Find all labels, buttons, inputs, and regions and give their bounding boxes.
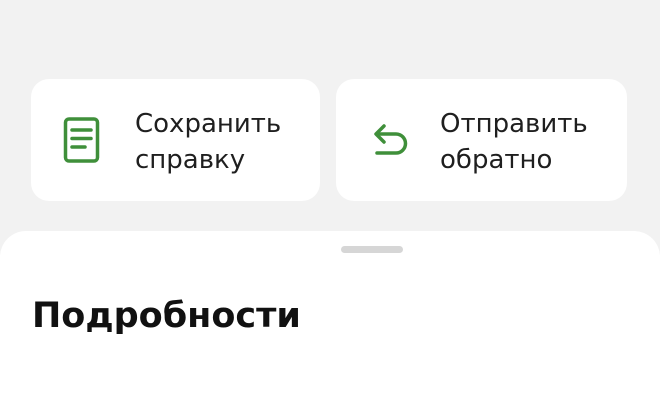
quick-actions: Сохранить справку Отправить обратно: [31, 79, 627, 201]
document-icon: [63, 117, 100, 163]
drag-handle[interactable]: [341, 246, 403, 253]
send-back-label: Отправить обратно: [440, 109, 588, 175]
save-certificate-label: Сохранить справку: [135, 109, 282, 175]
save-certificate-button[interactable]: Сохранить справку: [31, 79, 320, 201]
return-arrow-icon: [374, 124, 408, 155]
details-title: Подробности: [32, 296, 301, 336]
details-sheet: Подробности: [0, 231, 660, 411]
send-back-button[interactable]: Отправить обратно: [336, 79, 627, 201]
